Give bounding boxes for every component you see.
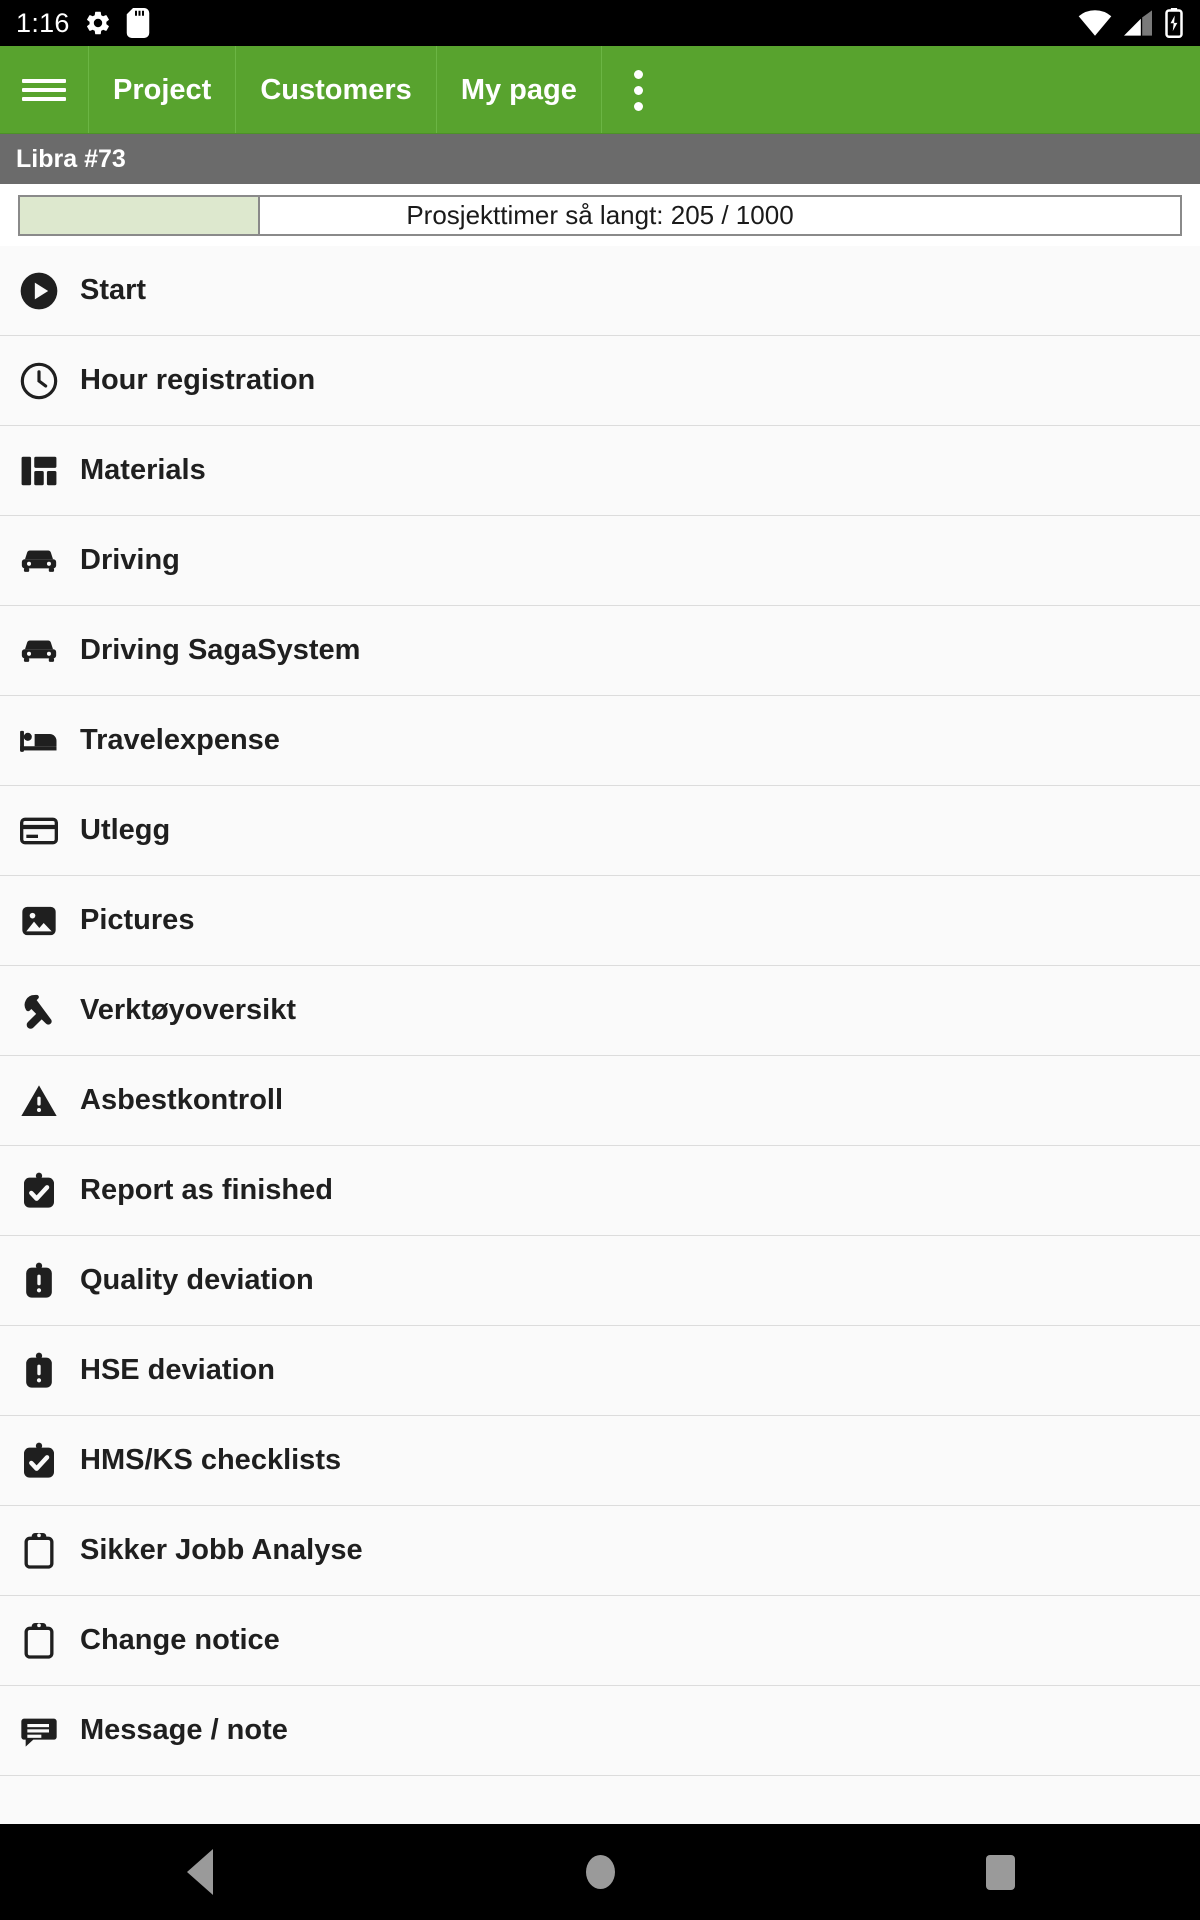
clipboard-alert-filled-icon — [18, 1260, 60, 1302]
menu-item-label: Materials — [80, 454, 206, 486]
overflow-menu-icon[interactable] — [600, 46, 675, 134]
page-title: Libra #73 — [16, 144, 126, 173]
menu-item-message-note[interactable]: Message / note — [0, 1686, 1200, 1776]
menu-item-label: Quality deviation — [80, 1264, 314, 1296]
car-icon — [18, 630, 60, 672]
app-screen: 1:16 Project Customers My page Libra #73… — [0, 0, 1200, 1920]
sd-card-icon — [126, 8, 150, 38]
menu-item-utlegg[interactable]: Utlegg — [0, 786, 1200, 876]
menu-item-pictures[interactable]: Pictures — [0, 876, 1200, 966]
battery-charging-icon — [1164, 8, 1184, 38]
menu-item-label: Start — [80, 274, 147, 306]
menu-item-driving-sagasystem[interactable]: Driving SagaSystem — [0, 606, 1200, 696]
progress-label: Prosjekttimer så langt: 205 / 1000 — [406, 199, 794, 230]
bed-icon — [18, 720, 60, 762]
menu-item-label: HMS/KS checklists — [80, 1444, 342, 1476]
menu-item-materials[interactable]: Materials — [0, 426, 1200, 516]
menu-item-label: Hour registration — [80, 364, 316, 396]
status-bar: 1:16 — [0, 0, 1200, 46]
credit-card-icon — [18, 810, 60, 852]
car-icon — [18, 540, 60, 582]
android-navigation-bar — [0, 1824, 1200, 1920]
cellular-signal-icon — [1124, 10, 1152, 36]
nav-recents-button[interactable] — [930, 1854, 1070, 1890]
menu-item-label: Change notice — [80, 1624, 280, 1656]
menu-item-label: Report as finished — [80, 1174, 333, 1206]
nav-tab-customers[interactable]: Customers — [235, 46, 436, 134]
hamburger-menu-icon[interactable] — [0, 46, 88, 134]
back-triangle-icon — [187, 1849, 213, 1895]
menu-item-change-notice[interactable]: Change notice — [0, 1596, 1200, 1686]
project-title-bar: Libra #73 — [0, 134, 1200, 184]
menu-item-label: Sikker Jobb Analyse — [80, 1534, 363, 1566]
nav-back-button[interactable] — [130, 1849, 270, 1895]
status-bar-right — [1078, 8, 1184, 38]
menu-item-sikker-jobb-analyse[interactable]: Sikker Jobb Analyse — [0, 1506, 1200, 1596]
menu-item-verkt-yoversikt[interactable]: Verktøyoversikt — [0, 966, 1200, 1056]
gear-icon — [84, 9, 112, 37]
nav-home-button[interactable] — [530, 1855, 670, 1889]
clipboard-outline-icon — [18, 1620, 60, 1662]
clipboard-check-filled-icon — [18, 1440, 60, 1482]
wrench-icon — [18, 990, 60, 1032]
menu-item-label: HSE deviation — [80, 1354, 275, 1386]
nav-tab-my-page[interactable]: My page — [435, 46, 601, 134]
menu-item-hour-registration[interactable]: Hour registration — [0, 336, 1200, 426]
menu-item-label: Travelexpense — [80, 724, 280, 756]
recents-square-icon — [985, 1854, 1015, 1890]
menu-item-travelexpense[interactable]: Travelexpense — [0, 696, 1200, 786]
status-bar-left: 1:16 — [16, 8, 150, 39]
play-circle-icon — [18, 270, 60, 312]
menu-item-asbestkontroll[interactable]: Asbestkontroll — [0, 1056, 1200, 1146]
menu-item-label: Message / note — [80, 1714, 288, 1746]
menu-item-quality-deviation[interactable]: Quality deviation — [0, 1236, 1200, 1326]
menu-item-label: Pictures — [80, 904, 195, 936]
status-time: 1:16 — [16, 7, 70, 38]
menu-item-hms-ks-checklists[interactable]: HMS/KS checklists — [0, 1416, 1200, 1506]
menu-item-start[interactable]: Start — [0, 246, 1200, 336]
clipboard-outline-icon — [18, 1530, 60, 1572]
menu-item-driving[interactable]: Driving — [0, 516, 1200, 606]
wifi-icon — [1078, 10, 1112, 36]
project-menu-list: Start Hour registration Materials Driving Dr… — [0, 246, 1200, 1824]
menu-item-label: Asbestkontroll — [80, 1084, 284, 1116]
app-bar: Project Customers My page — [0, 46, 1200, 134]
project-hours-progress-container: Prosjekttimer så langt: 205 / 1000 — [0, 184, 1200, 246]
menu-item-report-as-finished[interactable]: Report as finished — [0, 1146, 1200, 1236]
project-hours-progress-bar: Prosjekttimer så langt: 205 / 1000 — [18, 194, 1182, 236]
clock-icon — [18, 360, 60, 402]
menu-item-label: Driving — [80, 544, 180, 576]
menu-item-label: Utlegg — [80, 814, 171, 846]
clipboard-alert-filled-icon — [18, 1350, 60, 1392]
nav-tab-project[interactable]: Project — [88, 46, 235, 134]
warning-triangle-icon — [18, 1080, 60, 1122]
message-note-icon — [18, 1710, 60, 1752]
menu-item-label: Verktøyoversikt — [80, 994, 297, 1026]
dashboard-grid-icon — [18, 450, 60, 492]
menu-item-hse-deviation[interactable]: HSE deviation — [0, 1326, 1200, 1416]
clipboard-check-filled-icon — [18, 1170, 60, 1212]
home-circle-icon — [585, 1855, 615, 1889]
image-icon — [18, 900, 60, 942]
menu-item-label: Driving SagaSystem — [80, 634, 361, 666]
